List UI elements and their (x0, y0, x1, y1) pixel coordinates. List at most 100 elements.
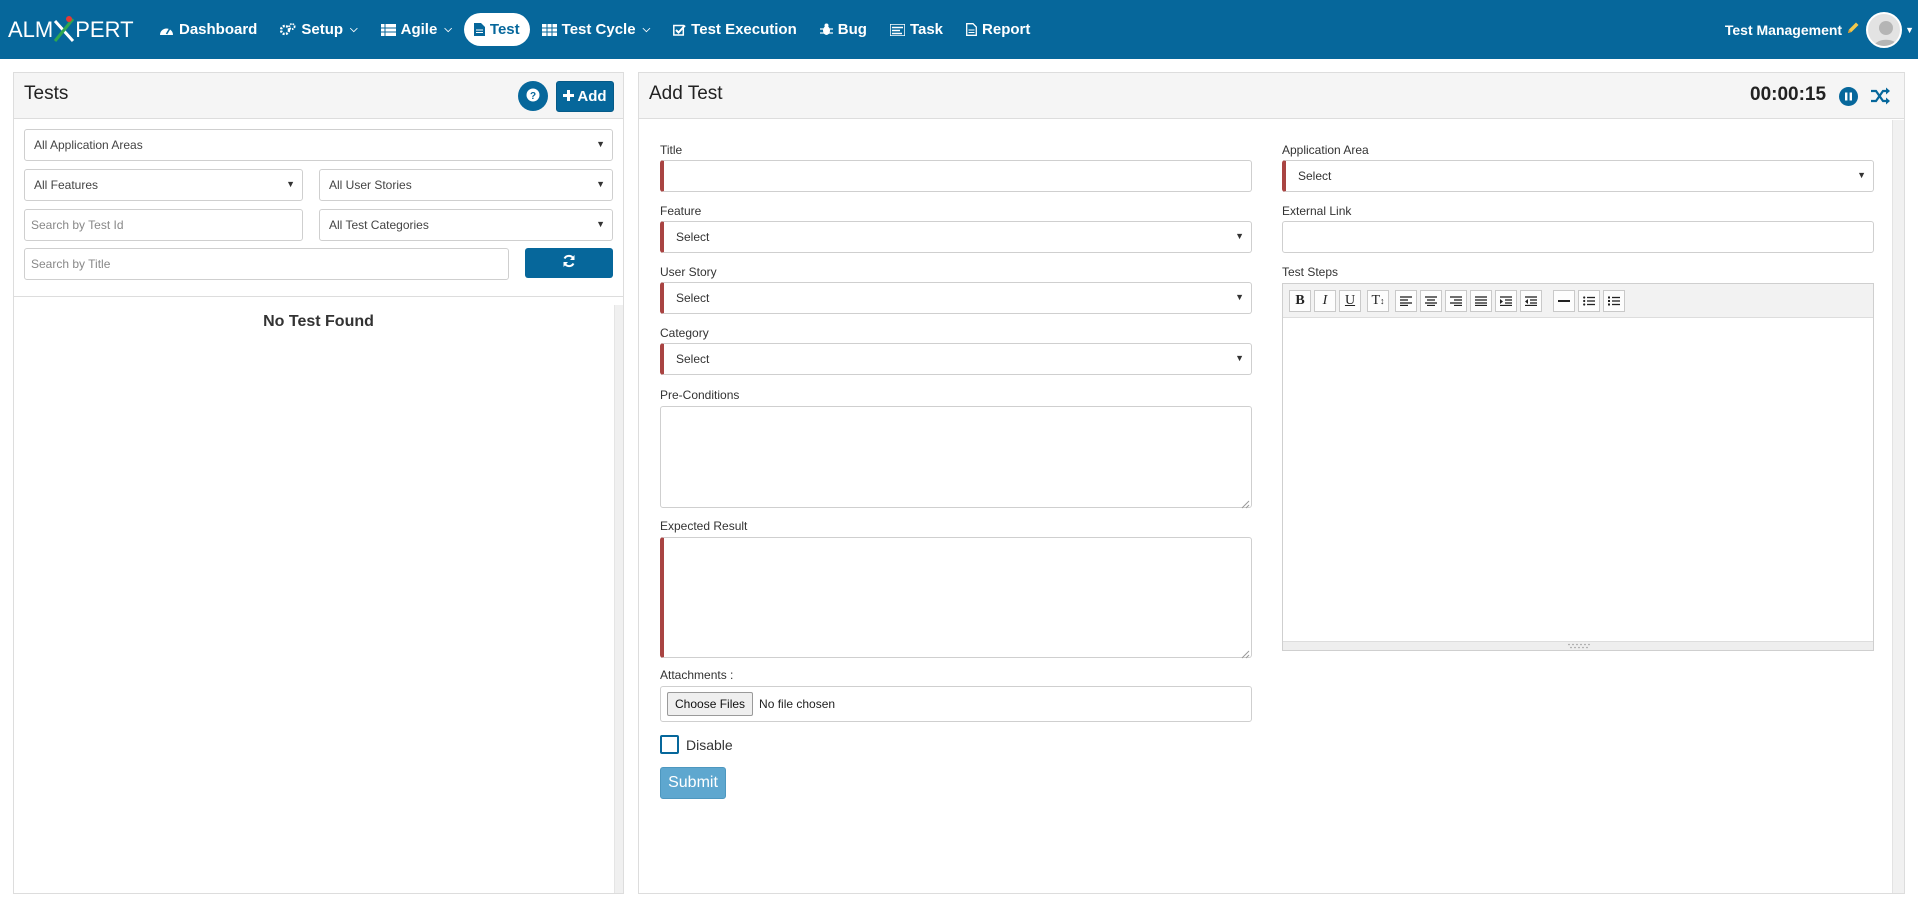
dropdown-arrow-icon: ▼ (596, 219, 605, 229)
outdent-icon (1525, 296, 1537, 306)
form-scrollbar[interactable] (1892, 120, 1904, 893)
setup-icon (280, 23, 296, 36)
nav-test-execution[interactable]: Test Execution (662, 13, 808, 46)
horizontal-rule-button[interactable] (1553, 290, 1575, 312)
add-test-title: Add Test (649, 83, 723, 104)
expected-result-textarea[interactable] (660, 537, 1252, 659)
numbered-list-button[interactable] (1603, 290, 1625, 312)
nav-setup[interactable]: Setup ⌵ (269, 13, 368, 46)
editor-resize-bar[interactable] (1283, 641, 1873, 650)
nav-agile[interactable]: Agile ⌵ (370, 13, 463, 46)
refresh-icon (562, 254, 576, 272)
chevron-down-icon[interactable]: ▼ (1905, 25, 1914, 35)
pause-icon[interactable] (1839, 87, 1858, 109)
title-input[interactable] (660, 160, 1252, 192)
add-test-button[interactable]: Add (556, 81, 614, 112)
search-test-id-input[interactable]: Search by Test Id (24, 209, 303, 241)
search-title-placeholder: Search by Title (31, 257, 111, 271)
submit-button[interactable]: Submit (660, 767, 726, 799)
user-stories-filter[interactable]: All User Stories ▼ (319, 169, 613, 201)
feature-select-value: Select (676, 230, 710, 244)
align-center-icon (1425, 296, 1437, 306)
dropdown-arrow-icon: ▼ (286, 179, 295, 189)
bold-button[interactable]: B (1289, 290, 1311, 312)
italic-button[interactable]: I (1314, 290, 1336, 312)
font-size-label: T (1371, 293, 1381, 308)
features-filter[interactable]: All Features ▼ (24, 169, 303, 201)
indent-button[interactable] (1495, 290, 1517, 312)
nav-bug[interactable]: Bug (809, 13, 878, 46)
agile-icon (380, 23, 396, 36)
choose-files-button[interactable]: Choose Files (667, 692, 754, 716)
nav-task[interactable]: Task (879, 13, 954, 46)
font-size-button[interactable]: T ↕ (1367, 290, 1389, 312)
dropdown-arrow-icon: ▼ (596, 179, 605, 189)
task-icon (889, 23, 905, 36)
user-story-select[interactable]: Select ▼ (660, 282, 1252, 314)
feature-select[interactable]: Select ▼ (660, 221, 1252, 253)
help-button[interactable]: ? (518, 81, 548, 111)
disable-checkbox[interactable] (660, 735, 679, 754)
shuffle-icon[interactable] (1870, 87, 1890, 108)
user-label: Test Management (1724, 21, 1843, 38)
nav-test[interactable]: Test (463, 13, 530, 46)
application-area-filter[interactable]: All Application Areas ▼ (24, 129, 613, 161)
brand-x-mark (53, 15, 75, 45)
preconditions-textarea[interactable] (660, 406, 1252, 509)
nav-dashboard[interactable]: Dashboard (148, 13, 268, 46)
external-link-input[interactable] (1282, 221, 1874, 253)
nav-dashboard-label: Dashboard (179, 21, 258, 38)
refresh-button[interactable] (525, 248, 613, 278)
resize-grip-icon[interactable] (1241, 647, 1250, 659)
grip-icon (1568, 643, 1590, 649)
search-test-id-placeholder: Search by Test Id (31, 218, 124, 232)
outdent-button[interactable] (1520, 290, 1542, 312)
bullet-list-button[interactable] (1578, 290, 1600, 312)
underline-button[interactable]: U (1339, 290, 1361, 312)
brand-logo[interactable]: ALM PERT (8, 14, 134, 46)
no-file-text: No file chosen (759, 697, 836, 711)
nav-test-cycle-label: Test Cycle (561, 21, 636, 38)
test-steps-editor[interactable]: B I U T ↕ (1282, 283, 1874, 651)
align-center-button[interactable] (1420, 290, 1442, 312)
search-title-input[interactable]: Search by Title (24, 248, 509, 280)
align-justify-button[interactable] (1470, 290, 1492, 312)
dropdown-arrow-icon: ▼ (596, 139, 605, 149)
align-right-button[interactable] (1445, 290, 1467, 312)
avatar[interactable] (1866, 11, 1903, 48)
align-left-button[interactable] (1395, 290, 1417, 312)
chevron-down-icon: ⌵ (642, 24, 651, 35)
pencil-icon[interactable] (1846, 21, 1860, 38)
plus-icon (563, 88, 575, 105)
application-area-select[interactable]: Select ▼ (1282, 160, 1874, 192)
tests-scrollbar[interactable] (614, 305, 623, 893)
features-filter-value: All Features (34, 178, 99, 192)
empty-tests-message: No Test Found (263, 313, 374, 330)
attachments-file-input[interactable]: Choose Files No file chosen (660, 686, 1252, 722)
dropdown-arrow-icon: ▼ (1235, 292, 1244, 302)
font-size-arrows-icon: ↕ (1380, 296, 1385, 306)
add-test-header: Add Test 00:00:15 (639, 73, 1904, 119)
user-menu[interactable]: Test Management ▼ (1725, 0, 1918, 59)
chevron-down-icon: ⌵ (444, 24, 452, 35)
category-select[interactable]: Select ▼ (660, 343, 1252, 375)
test-categories-filter[interactable]: All Test Categories ▼ (319, 209, 613, 241)
test-categories-filter-value: All Test Categories (329, 218, 429, 232)
user-stories-filter-value: All User Stories (329, 178, 412, 192)
attachments-label: Attachments : (660, 668, 734, 682)
test-filters: All Application Areas ▼ All Features ▼ A… (14, 120, 623, 297)
nav-test-cycle[interactable]: Test Cycle ⌵ (531, 13, 662, 46)
tests-panel-title: Tests (24, 83, 69, 104)
tests-panel-header: Tests ? Add (14, 73, 623, 119)
bullet-list-icon (1583, 296, 1595, 306)
feature-label: Feature (660, 204, 702, 218)
title-label: Title (660, 143, 683, 157)
nav-report[interactable]: Report (955, 13, 1041, 46)
resize-grip-icon[interactable] (1241, 497, 1250, 509)
align-justify-icon (1475, 296, 1487, 306)
preconditions-label: Pre-Conditions (660, 388, 740, 402)
editor-toolbar: B I U T ↕ (1283, 284, 1873, 318)
test-icon (473, 23, 485, 36)
nav-setup-label: Setup (301, 21, 344, 38)
test-execution-icon (673, 24, 686, 36)
